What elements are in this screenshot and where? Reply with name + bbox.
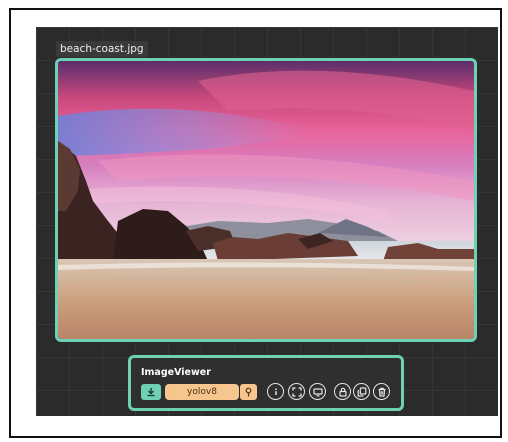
- trash-icon: [378, 387, 385, 397]
- info-icon: [274, 387, 277, 395]
- display-button[interactable]: [309, 383, 326, 400]
- download-button[interactable]: [141, 384, 161, 400]
- image-filename-label: beach-coast.jpg: [56, 41, 148, 57]
- image-viewer-node[interactable]: ImageViewer yolov8: [128, 355, 404, 411]
- beach-photo: [58, 61, 474, 339]
- model-selector[interactable]: yolov8: [165, 384, 239, 400]
- info-button[interactable]: [267, 383, 284, 400]
- delete-button[interactable]: [373, 383, 390, 400]
- image-preview[interactable]: [55, 58, 477, 342]
- node-title: ImageViewer: [141, 367, 211, 378]
- lock-button[interactable]: [334, 383, 351, 400]
- pin-icon: [245, 387, 252, 397]
- fullscreen-icon: [291, 386, 302, 397]
- lock-icon: [338, 387, 347, 397]
- copy-button[interactable]: [353, 383, 370, 400]
- display-icon: [312, 387, 323, 396]
- download-icon: [147, 388, 155, 397]
- fullscreen-button[interactable]: [288, 383, 305, 400]
- copy-icon: [357, 386, 366, 397]
- pin-button[interactable]: [240, 384, 257, 400]
